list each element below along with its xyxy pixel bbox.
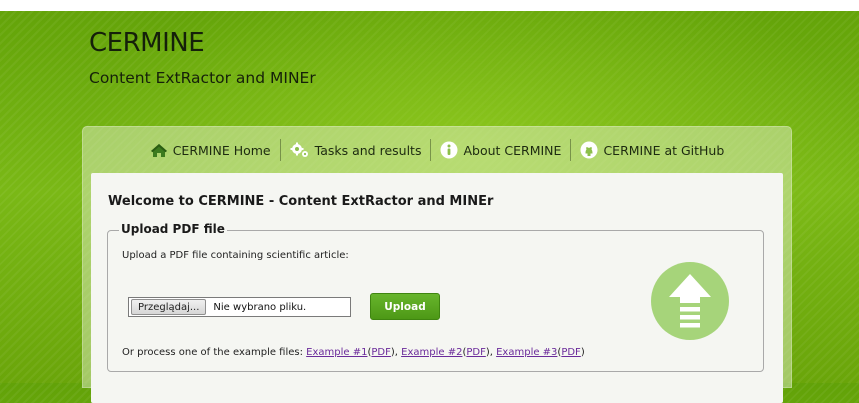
example-pdf-link-3[interactable]: PDF <box>561 347 580 358</box>
site-subtitle: Content ExtRactor and MINEr <box>89 69 316 87</box>
upload-fieldset: Upload PDF file Upload a PDF file contai… <box>107 222 764 372</box>
example-link-2[interactable]: Example #2 <box>401 347 462 358</box>
gears-icon <box>290 142 310 158</box>
example-link-3[interactable]: Example #3 <box>496 347 557 358</box>
page-title: Welcome to CERMINE - Content ExtRactor a… <box>108 194 494 209</box>
upload-arrow-icon <box>650 261 730 341</box>
upload-legend: Upload PDF file <box>119 222 227 236</box>
examples-prefix: Or process one of the example files: <box>122 347 307 358</box>
nav-item-tasks-label: Tasks and results <box>314 142 422 158</box>
file-status: Nie wybrano pliku. <box>213 301 307 313</box>
example-files: Or process one of the example files: Exa… <box>122 347 585 358</box>
main-nav: CERMINE Home Tasks and results About CER… <box>83 127 791 173</box>
nav-item-home-label: CERMINE Home <box>172 142 271 158</box>
example-pdf-link-1[interactable]: PDF <box>371 347 390 358</box>
github-icon <box>580 141 598 159</box>
nav-item-home[interactable]: CERMINE Home <box>141 143 280 158</box>
site-title: CERMINE <box>89 28 205 58</box>
nav-item-about[interactable]: About CERMINE <box>431 141 570 159</box>
top-strip <box>0 0 859 11</box>
content-card: Welcome to CERMINE - Content ExtRactor a… <box>91 173 783 403</box>
nav-item-about-label: About CERMINE <box>463 142 562 158</box>
example-link-1[interactable]: Example #1 <box>306 347 367 358</box>
home-icon <box>150 143 168 158</box>
upload-button[interactable]: Upload <box>370 293 440 320</box>
browse-button[interactable]: Przeglądaj... <box>131 299 207 315</box>
upload-instruction: Upload a PDF file containing scientific … <box>122 250 349 261</box>
file-input[interactable]: Przeglądaj... Nie wybrano pliku. <box>128 297 351 317</box>
example-pdf-link-2[interactable]: PDF <box>466 347 485 358</box>
nav-item-tasks[interactable]: Tasks and results <box>281 142 431 158</box>
nav-item-github-label: CERMINE at GitHub <box>603 142 725 158</box>
info-icon <box>440 141 458 159</box>
nav-item-github[interactable]: CERMINE at GitHub <box>571 141 733 159</box>
main-panel: CERMINE Home Tasks and results About CER… <box>82 126 792 403</box>
